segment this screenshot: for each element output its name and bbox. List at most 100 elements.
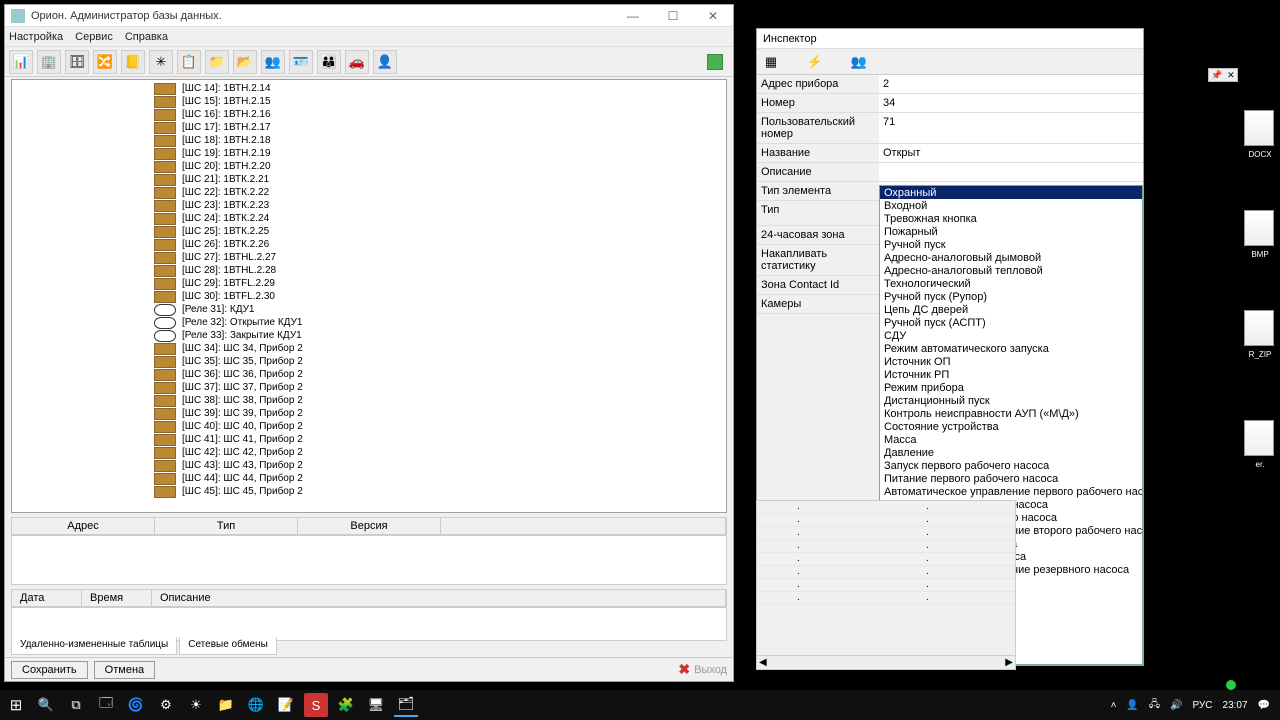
dropdown-option[interactable]: Состояние устройства	[880, 420, 1142, 433]
tree-item[interactable]: [ШС 27]: 1ВТНL.2.27	[14, 251, 724, 264]
device-tree[interactable]: [ШС 14]: 1ВТН.2.14[ШС 15]: 1ВТН.2.15[ШС …	[11, 79, 727, 513]
toolbar-btn-11[interactable]: 🪪	[289, 50, 313, 74]
property-value[interactable]: 2	[879, 75, 1143, 94]
tree-item[interactable]: [ШС 45]: ШС 45, Прибор 2	[14, 485, 724, 498]
tree-item[interactable]: [Реле 33]: Закрытие КДУ1	[14, 329, 724, 342]
dropdown-option[interactable]: Входной	[880, 199, 1142, 212]
inspector-tab-grid[interactable]: ▦	[761, 52, 781, 72]
dropdown-option[interactable]: Тревожная кнопка	[880, 212, 1142, 225]
inspector-titlebar[interactable]: Инспектор	[757, 29, 1143, 49]
dropdown-option[interactable]: Питание первого рабочего насоса	[880, 472, 1142, 485]
tray-volume-icon[interactable]: 🔊	[1170, 700, 1182, 711]
dropdown-option[interactable]: Ручной пуск	[880, 238, 1142, 251]
tray-people-icon[interactable]: 👤	[1126, 700, 1138, 711]
tree-item[interactable]: [ШС 14]: 1ВТН.2.14	[14, 82, 724, 95]
desktop-file[interactable]	[1244, 420, 1274, 456]
tree-item[interactable]: [ШС 41]: ШС 41, Прибор 2	[14, 433, 724, 446]
taskbar-app[interactable]: 🌐	[244, 693, 268, 717]
tree-item[interactable]: [ШС 38]: ШС 38, Прибор 2	[14, 394, 724, 407]
dropdown-option[interactable]: СДУ	[880, 329, 1142, 342]
toolbar-btn-7[interactable]: 📋	[177, 50, 201, 74]
titlebar[interactable]: Орион. Администратор базы данных. — ☐ ✕	[5, 5, 733, 27]
tree-item[interactable]: [ШС 43]: ШС 43, Прибор 2	[14, 459, 724, 472]
task-view-button[interactable]: ⧉	[64, 693, 88, 717]
dropdown-option[interactable]: Технологический	[880, 277, 1142, 290]
tree-item[interactable]: [ШС 39]: ШС 39, Прибор 2	[14, 407, 724, 420]
toolbar-btn-4[interactable]: 🔀	[93, 50, 117, 74]
log-col-desc[interactable]: Описание	[152, 590, 726, 606]
tab-network[interactable]: Сетевые обмены	[179, 637, 277, 655]
close-button[interactable]: ✕	[693, 5, 733, 27]
menu-settings[interactable]: Настройка	[9, 31, 63, 43]
start-button[interactable]: ⊞	[4, 693, 28, 717]
device-list-body[interactable]	[11, 535, 727, 585]
dropdown-option[interactable]: Автоматическое управление первого рабоче…	[880, 485, 1142, 498]
desktop-file[interactable]	[1244, 210, 1274, 246]
taskbar-app[interactable]: 📁	[214, 693, 238, 717]
tray-notifications-icon[interactable]: 💬	[1258, 700, 1270, 711]
dropdown-option[interactable]: Ручной пуск (Рупор)	[880, 290, 1142, 303]
col-version[interactable]: Версия	[298, 518, 441, 534]
tree-item[interactable]: [ШС 29]: 1ВТFL.2.29	[14, 277, 724, 290]
tray-chevron-icon[interactable]: ˄	[1111, 700, 1117, 711]
dropdown-option[interactable]: Масса	[880, 433, 1142, 446]
tree-item[interactable]: [ШС 42]: ШС 42, Прибор 2	[14, 446, 724, 459]
toolbar-btn-1[interactable]: 📊	[9, 50, 33, 74]
taskbar-app[interactable]: 🖥	[364, 693, 388, 717]
taskbar-app[interactable]: ☀	[184, 693, 208, 717]
toolbar-btn-3[interactable]: 🗄	[65, 50, 89, 74]
toolbar-btn-10[interactable]: 👥	[261, 50, 285, 74]
taskbar-app-active[interactable]: 🗂	[394, 693, 418, 717]
tab-changed-tables[interactable]: Удаленно-измененные таблицы	[11, 637, 177, 655]
desktop-file[interactable]	[1244, 110, 1274, 146]
tray-network-icon[interactable]: 🖧	[1149, 697, 1160, 714]
taskbar-app[interactable]: 🗔	[94, 693, 118, 717]
tree-item[interactable]: [ШС 30]: 1ВТFL.2.30	[14, 290, 724, 303]
tree-item[interactable]: [ШС 26]: 1ВТК.2.26	[14, 238, 724, 251]
dropdown-option[interactable]: Охранный	[880, 186, 1142, 199]
save-button[interactable]: Сохранить	[11, 661, 88, 679]
tree-item[interactable]: [Реле 31]: КДУ1	[14, 303, 724, 316]
tree-item[interactable]: [ШС 34]: ШС 34, Прибор 2	[14, 342, 724, 355]
dropdown-option[interactable]: Адресно-аналоговый дымовой	[880, 251, 1142, 264]
toolbar-btn-5[interactable]: 📒	[121, 50, 145, 74]
menu-service[interactable]: Сервис	[75, 31, 113, 43]
minimize-button[interactable]: —	[613, 5, 653, 27]
dropdown-option[interactable]: Дистанционный пуск	[880, 394, 1142, 407]
col-address[interactable]: Адрес	[12, 518, 155, 534]
tree-item[interactable]: [ШС 19]: 1ВТН.2.19	[14, 147, 724, 160]
tray-clock[interactable]: 23:07	[1223, 700, 1248, 711]
taskbar-app[interactable]: 📝	[274, 693, 298, 717]
search-button[interactable]: 🔍	[34, 693, 58, 717]
dropdown-option[interactable]: Запуск первого рабочего насоса	[880, 459, 1142, 472]
inspector-tab-users[interactable]: 👥	[849, 52, 869, 72]
dropdown-option[interactable]: Ручной пуск (АСПТ)	[880, 316, 1142, 329]
toolbar-btn-9[interactable]: 📂	[233, 50, 257, 74]
cancel-button[interactable]: Отмена	[94, 661, 155, 679]
taskbar-app[interactable]: 🧩	[334, 693, 358, 717]
pin-icon[interactable]: 📌	[1211, 70, 1222, 81]
tree-item[interactable]: [ШС 44]: ШС 44, Прибор 2	[14, 472, 724, 485]
property-value[interactable]: Открыт	[879, 144, 1143, 163]
taskbar-app[interactable]: ⚙	[154, 693, 178, 717]
tree-item[interactable]: [Реле 32]: Открытие КДУ1	[14, 316, 724, 329]
tree-item[interactable]: [ШС 25]: 1ВТК.2.25	[14, 225, 724, 238]
dropdown-option[interactable]: Режим автоматического запуска	[880, 342, 1142, 355]
tree-item[interactable]: [ШС 28]: 1ВТНL.2.28	[14, 264, 724, 277]
toolbar-btn-13[interactable]: 🚗	[345, 50, 369, 74]
tree-item[interactable]: [ШС 21]: 1ВТК.2.21	[14, 173, 724, 186]
dropdown-option[interactable]: Источник ОП	[880, 355, 1142, 368]
inspector-tab-lightning[interactable]: ⚡	[805, 52, 825, 72]
log-col-date[interactable]: Дата	[12, 590, 82, 606]
log-body[interactable]	[11, 607, 727, 641]
tray-language[interactable]: РУС	[1192, 700, 1212, 711]
dropdown-option[interactable]: Режим прибора	[880, 381, 1142, 394]
dropdown-option[interactable]: Адресно-аналоговый тепловой	[880, 264, 1142, 277]
dropdown-option[interactable]: Источник РП	[880, 368, 1142, 381]
toolbar-btn-14[interactable]: 👤	[373, 50, 397, 74]
property-value[interactable]: 34	[879, 94, 1143, 113]
tree-item[interactable]: [ШС 16]: 1ВТН.2.16	[14, 108, 724, 121]
dropdown-option[interactable]: Давление	[880, 446, 1142, 459]
tree-item[interactable]: [ШС 22]: 1ВТК.2.22	[14, 186, 724, 199]
toolbar-btn-8[interactable]: 📁	[205, 50, 229, 74]
